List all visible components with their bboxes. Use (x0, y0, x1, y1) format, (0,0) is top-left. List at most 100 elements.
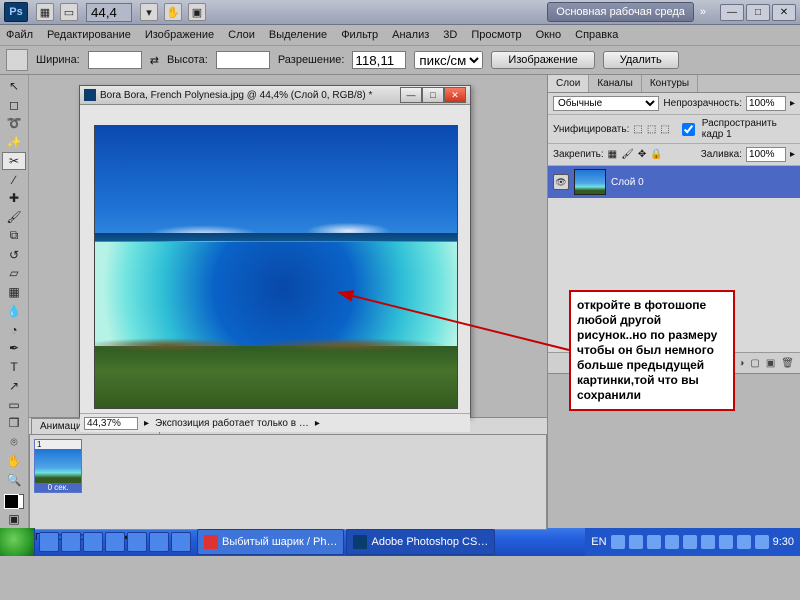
tray-icon[interactable] (737, 535, 751, 549)
camera-tool[interactable]: ⌾ (2, 433, 26, 451)
doc-minimize-button[interactable]: — (400, 87, 422, 103)
ql-icon[interactable] (105, 532, 125, 552)
history-brush-tool[interactable]: ↺ (2, 246, 26, 264)
chevron-down-icon[interactable]: ▾ (140, 3, 158, 21)
ql-icon[interactable] (83, 532, 103, 552)
maximize-button[interactable]: □ (746, 4, 770, 21)
layout-icon[interactable]: ▭ (60, 3, 78, 21)
opacity-input[interactable] (746, 96, 786, 111)
document-canvas[interactable] (80, 105, 470, 413)
tray-icon[interactable] (683, 535, 697, 549)
unify-style-icon[interactable]: ⬚ (660, 124, 669, 135)
doc-maximize-button[interactable]: □ (422, 87, 444, 103)
lock-transparency-icon[interactable]: ▦ (608, 149, 617, 160)
tray-icon[interactable] (611, 535, 625, 549)
tab-channels[interactable]: Каналы (589, 75, 642, 92)
tab-layers[interactable]: Слои (548, 75, 589, 92)
workspace-button[interactable]: Основная рабочая среда (547, 2, 694, 22)
zoom-status[interactable]: 44,37% (84, 417, 138, 430)
ql-icon[interactable] (39, 532, 59, 552)
move-tool[interactable]: ↖ (2, 77, 26, 95)
heal-tool[interactable]: ✚ (2, 190, 26, 208)
color-swatch[interactable] (4, 494, 24, 510)
menu-help[interactable]: Справка (575, 29, 618, 41)
trash-icon[interactable]: 🗑 (781, 358, 794, 369)
marquee-tool[interactable]: ◻ (2, 96, 26, 114)
width-input[interactable] (88, 51, 142, 69)
unify-visibility-icon[interactable]: ⬚ (647, 124, 656, 135)
minimize-button[interactable]: — (720, 4, 744, 21)
menu-layers[interactable]: Слои (228, 29, 255, 41)
bridge-icon[interactable]: ▦ (36, 3, 54, 21)
view-icon[interactable]: ▣ (188, 3, 206, 21)
ql-icon[interactable] (127, 532, 147, 552)
resolution-input[interactable] (352, 51, 406, 69)
lock-pixels-icon[interactable]: 🖌 (621, 149, 634, 160)
blur-tool[interactable]: 💧 (2, 302, 26, 320)
menu-filter[interactable]: Фильтр (341, 29, 378, 41)
tray-icon[interactable] (755, 535, 769, 549)
pen-tool[interactable]: ✒ (2, 340, 26, 358)
menu-edit[interactable]: Редактирование (47, 29, 131, 41)
stamp-tool[interactable]: ⧉ (2, 227, 26, 245)
menu-select[interactable]: Выделение (269, 29, 327, 41)
height-input[interactable] (216, 51, 270, 69)
chevron-right-icon[interactable]: ▸ (315, 418, 320, 429)
unify-position-icon[interactable]: ⬚ (633, 124, 642, 135)
clock[interactable]: 9:30 (773, 536, 794, 548)
shape-tool[interactable]: ▭ (2, 396, 26, 414)
chevron-right-icon[interactable]: ▸ (790, 149, 795, 160)
ql-icon[interactable] (61, 532, 81, 552)
blend-mode-select[interactable]: Обычные (553, 96, 659, 111)
menu-window[interactable]: Окно (536, 29, 562, 41)
image-button[interactable]: Изображение (491, 51, 594, 69)
lock-position-icon[interactable]: ✥ (638, 149, 646, 160)
visibility-icon[interactable]: 👁 (553, 174, 569, 190)
menu-3d[interactable]: 3D (443, 29, 457, 41)
path-tool[interactable]: ↗ (2, 377, 26, 395)
layer-row[interactable]: 👁 Слой 0 (548, 166, 800, 198)
ql-icon[interactable] (171, 532, 191, 552)
start-button[interactable] (0, 528, 35, 556)
new-layer-icon[interactable]: ▣ (766, 358, 775, 369)
brush-tool[interactable]: 🖌 (2, 208, 26, 226)
menu-image[interactable]: Изображение (145, 29, 214, 41)
ql-icon[interactable] (149, 532, 169, 552)
type-tool[interactable]: T (2, 358, 26, 376)
dodge-tool[interactable]: ◔ (2, 321, 26, 339)
fill-input[interactable] (746, 147, 786, 162)
units-select[interactable]: пикс/см (414, 51, 483, 69)
chevron-right-icon[interactable]: ▸ (144, 418, 149, 429)
hand-tool[interactable]: ✋ (2, 452, 26, 470)
tray-icon[interactable] (701, 535, 715, 549)
document-window[interactable]: Bora Bora, French Polynesia.jpg @ 44,4% … (79, 85, 471, 417)
folder-icon[interactable]: ▢ (750, 358, 759, 369)
delete-button[interactable]: Удалить (603, 51, 679, 69)
3d-tool[interactable]: ❒ (2, 415, 26, 433)
animation-frame[interactable]: 1 0 сек. (34, 439, 82, 493)
taskbar-item-active[interactable]: Adobe Photoshop CS… (346, 529, 495, 555)
layer-name[interactable]: Слой 0 (611, 177, 644, 188)
adjustment-icon[interactable]: ◑ (738, 358, 744, 369)
taskbar-item[interactable]: Выбитый шарик / Ph… (197, 529, 344, 555)
doc-close-button[interactable]: ✕ (444, 87, 466, 103)
gradient-tool[interactable]: ▦ (2, 283, 26, 301)
frame-time[interactable]: 0 сек. (35, 483, 81, 492)
lock-all-icon[interactable]: 🔒 (650, 149, 662, 160)
zoom-tool[interactable]: 🔍 (2, 471, 26, 489)
tab-paths[interactable]: Контуры (642, 75, 698, 92)
lang-indicator[interactable]: EN (591, 536, 606, 548)
quickmask-tool[interactable]: ▣ (2, 510, 26, 528)
tray-icon[interactable] (647, 535, 661, 549)
close-button[interactable]: ✕ (772, 4, 796, 21)
crop-tool-icon[interactable] (6, 49, 28, 71)
chevron-right-icon[interactable]: ▸ (790, 98, 795, 109)
propagate-checkbox[interactable] (682, 123, 695, 136)
expand-icon[interactable]: » (700, 6, 706, 18)
swap-icon[interactable]: ⇄ (150, 54, 159, 67)
hand-icon[interactable]: ✋ (164, 3, 182, 21)
tray-icon[interactable] (719, 535, 733, 549)
tray-icon[interactable] (629, 535, 643, 549)
zoom-field[interactable] (86, 3, 132, 22)
document-titlebar[interactable]: Bora Bora, French Polynesia.jpg @ 44,4% … (80, 86, 470, 105)
